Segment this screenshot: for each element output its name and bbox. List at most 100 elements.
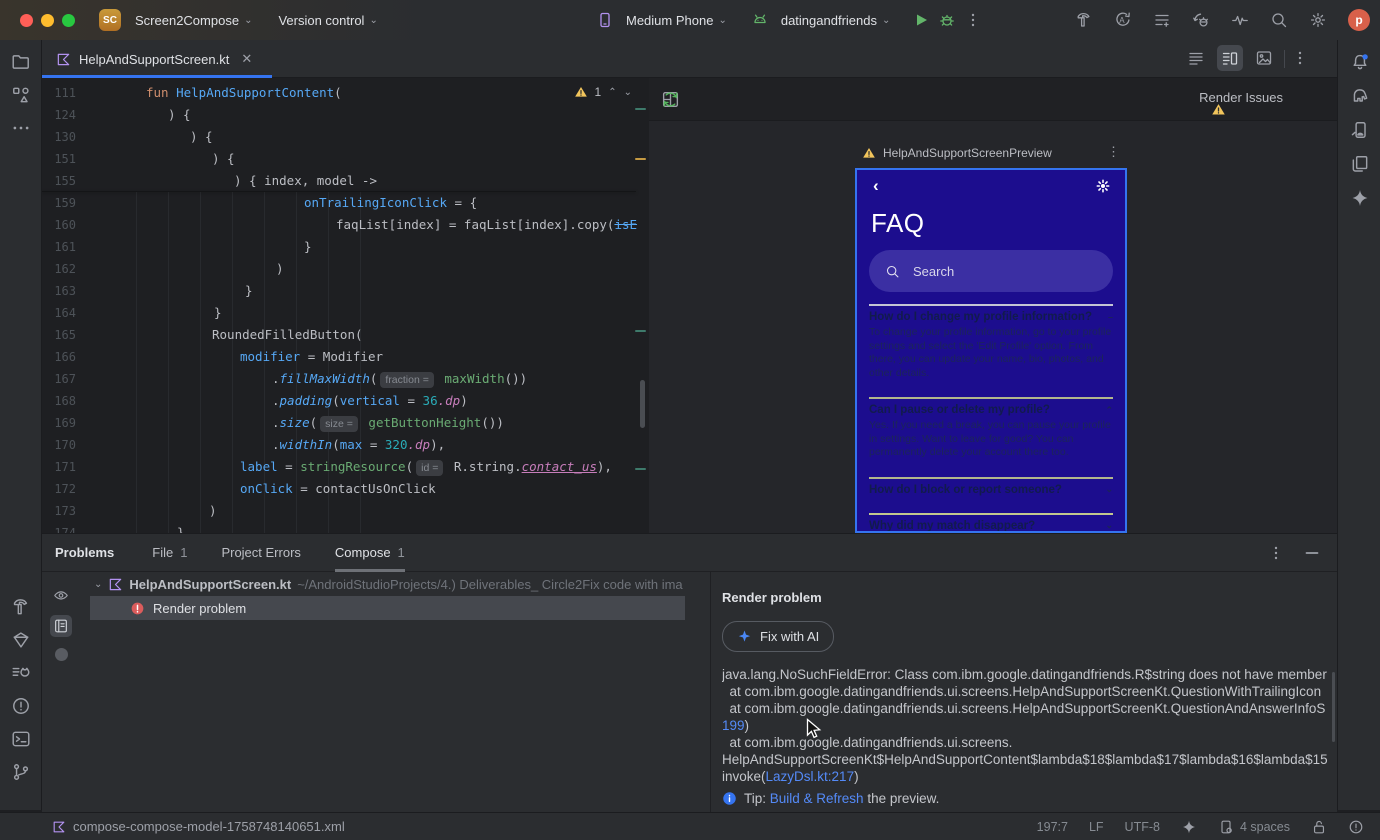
split-view-icon[interactable]: [1217, 45, 1243, 71]
status-file[interactable]: compose-compose-model-1758748140651.xml: [52, 819, 345, 834]
gemini-sparkle-icon[interactable]: [1350, 188, 1370, 208]
code-line-161[interactable]: 161}: [42, 236, 648, 258]
structure-icon[interactable]: [11, 85, 31, 105]
refresh-icon[interactable]: [661, 90, 680, 109]
task-list-icon[interactable]: [1153, 11, 1171, 29]
editor-scrollbar[interactable]: [640, 380, 645, 428]
problems-icon[interactable]: [11, 696, 31, 716]
code-line-163[interactable]: 163}: [42, 280, 648, 302]
error-outline-status[interactable]: [1348, 819, 1364, 835]
running-devices-icon[interactable]: [1350, 120, 1370, 140]
status-utf-8[interactable]: UTF-8: [1125, 820, 1160, 834]
code-line-160[interactable]: 160 faqList[index] = faqList[index].copy(…: [42, 214, 648, 236]
code-line-151[interactable]: 151) {: [42, 148, 648, 170]
ai-assistant-icon[interactable]: A: [1114, 11, 1132, 29]
code-editor[interactable]: 111 fun HelpAndSupportContent(124) {130) …: [42, 78, 648, 533]
code-line-172[interactable]: 172 onClick = contactUsOnClick: [42, 478, 648, 500]
code-line-165[interactable]: 165 RoundedFilledButton(: [42, 324, 648, 346]
problems-error-node[interactable]: Render problem: [90, 596, 685, 620]
code-line-170[interactable]: 170 .widthIn(max = 320.dp),: [42, 434, 648, 456]
code-line-167[interactable]: 167 .fillMaxWidth(fraction = maxWidth()): [42, 368, 648, 390]
faq-chevron-icon[interactable]: ⌄: [1105, 484, 1113, 495]
preview-eye-icon[interactable]: [50, 584, 72, 606]
lightbulb-icon[interactable]: [54, 648, 68, 661]
status-lf[interactable]: LF: [1089, 820, 1104, 834]
stack-trace-link[interactable]: LazyDsl.kt:217: [766, 769, 855, 784]
open-file-icon[interactable]: [50, 615, 72, 637]
faq-chevron-icon[interactable]: –: [1108, 312, 1113, 322]
tab-helpandsupportscreen[interactable]: HelpAndSupportScreen.kt ✕: [42, 40, 272, 78]
gemini-sparkle-status[interactable]: [1181, 819, 1197, 835]
code-line-124[interactable]: 124) {: [42, 104, 648, 126]
more-vertical-icon[interactable]: [964, 11, 982, 29]
faq-chevron-icon[interactable]: ⌄: [1105, 520, 1113, 531]
run-icon[interactable]: [912, 11, 930, 29]
more-vertical-icon[interactable]: [1291, 49, 1309, 67]
stripe-mark[interactable]: [635, 330, 646, 332]
build-hammer-icon[interactable]: [1075, 11, 1093, 29]
settings-gear-icon[interactable]: [1309, 11, 1327, 29]
panel-title[interactable]: Problems: [55, 545, 114, 560]
faq-chevron-icon[interactable]: ⌃: [1105, 405, 1113, 416]
stripe-mark[interactable]: [635, 108, 646, 110]
more-vertical-icon[interactable]: [1267, 544, 1285, 562]
code-line-166[interactable]: 166 modifier = Modifier: [42, 346, 648, 368]
next-problem-icon[interactable]: ⌄: [624, 87, 632, 98]
code-line-168[interactable]: 168 .padding(vertical = 36.dp): [42, 390, 648, 412]
build-refresh-link[interactable]: Build & Refresh: [770, 791, 864, 806]
stripe-mark[interactable]: [635, 158, 646, 160]
faq-item[interactable]: Why did my match disappear? ⌄: [869, 512, 1113, 531]
project-menu[interactable]: Screen2Compose ⌄: [135, 13, 252, 28]
inspection-widget[interactable]: 1 ⌃ ⌄: [571, 85, 634, 99]
minimize-window-button[interactable]: [41, 13, 54, 27]
code-line-169[interactable]: 169 .size(size = getButtonHeight()): [42, 412, 648, 434]
build-hammer-icon[interactable]: [11, 597, 31, 617]
stripe-mark[interactable]: [635, 468, 646, 470]
design-view-icon[interactable]: [1251, 45, 1277, 71]
gemini-gem-icon[interactable]: [11, 630, 31, 650]
code-line-164[interactable]: 164}: [42, 302, 648, 324]
detail-scrollbar[interactable]: [1332, 672, 1335, 742]
code-line-130[interactable]: 130) {: [42, 126, 648, 148]
code-view-icon[interactable]: [1183, 45, 1209, 71]
device-manager-icon[interactable]: [1350, 154, 1370, 174]
settings-gear-icon[interactable]: [1095, 178, 1111, 194]
preview-title[interactable]: HelpAndSupportScreenPreview: [862, 146, 1052, 160]
chevron-down-icon[interactable]: ⌄: [94, 579, 102, 590]
faq-item[interactable]: How do I change my profile information? –…: [869, 304, 1113, 397]
tab-compose[interactable]: Compose 1: [334, 534, 405, 572]
stack-trace-link[interactable]: 199: [722, 718, 745, 733]
back-icon[interactable]: ‹: [873, 176, 879, 196]
vcs-menu[interactable]: Version control ⌄: [278, 13, 377, 28]
device-selector[interactable]: Medium Phone ⌄: [626, 13, 727, 28]
faq-search-bar[interactable]: Search: [869, 250, 1113, 292]
code-line-159[interactable]: 159 onTrailingIconClick = {: [42, 192, 648, 214]
profile-avatar[interactable]: p: [1348, 9, 1370, 31]
unlock-status[interactable]: [1311, 819, 1327, 835]
preview-menu-icon[interactable]: ⋮: [1107, 144, 1120, 160]
gradle-elephant-icon[interactable]: [1350, 86, 1370, 106]
close-window-button[interactable]: [20, 13, 33, 27]
tab-project-errors[interactable]: Project Errors: [221, 534, 300, 572]
close-tab-icon[interactable]: ✕: [241, 51, 252, 67]
profiler-icon[interactable]: [1231, 11, 1249, 29]
code-line-162[interactable]: 162): [42, 258, 648, 280]
prev-problem-icon[interactable]: ⌃: [608, 87, 616, 98]
faq-item[interactable]: Can I pause or delete my profile? ⌃ Yes. I…: [869, 397, 1113, 477]
terminal-icon[interactable]: [11, 729, 31, 749]
tab-file[interactable]: File 1: [152, 534, 187, 572]
code-line-111[interactable]: 111 fun HelpAndSupportContent(: [42, 82, 648, 104]
problems-file-node[interactable]: ⌄ HelpAndSupportScreen.kt ~/AndroidStudi…: [80, 572, 710, 596]
render-issues-button[interactable]: Render Issues: [1199, 90, 1283, 115]
run-configuration-selector[interactable]: datingandfriends ⌄: [781, 13, 891, 28]
code-line-173[interactable]: 173): [42, 500, 648, 522]
more-tool-windows-icon[interactable]: [11, 118, 31, 138]
project-folder-icon[interactable]: [11, 52, 31, 72]
code-line-155[interactable]: 155) { index, model ->: [42, 170, 648, 192]
minimize-panel-icon[interactable]: [1303, 544, 1321, 562]
code-line-171[interactable]: 171 label = stringResource(id = R.string.…: [42, 456, 648, 478]
code-line-174[interactable]: 174}: [42, 522, 648, 533]
notifications-bell-icon[interactable]: [1350, 52, 1370, 72]
fix-with-ai-button[interactable]: Fix with AI: [722, 621, 835, 652]
version-control-icon[interactable]: [11, 762, 31, 782]
